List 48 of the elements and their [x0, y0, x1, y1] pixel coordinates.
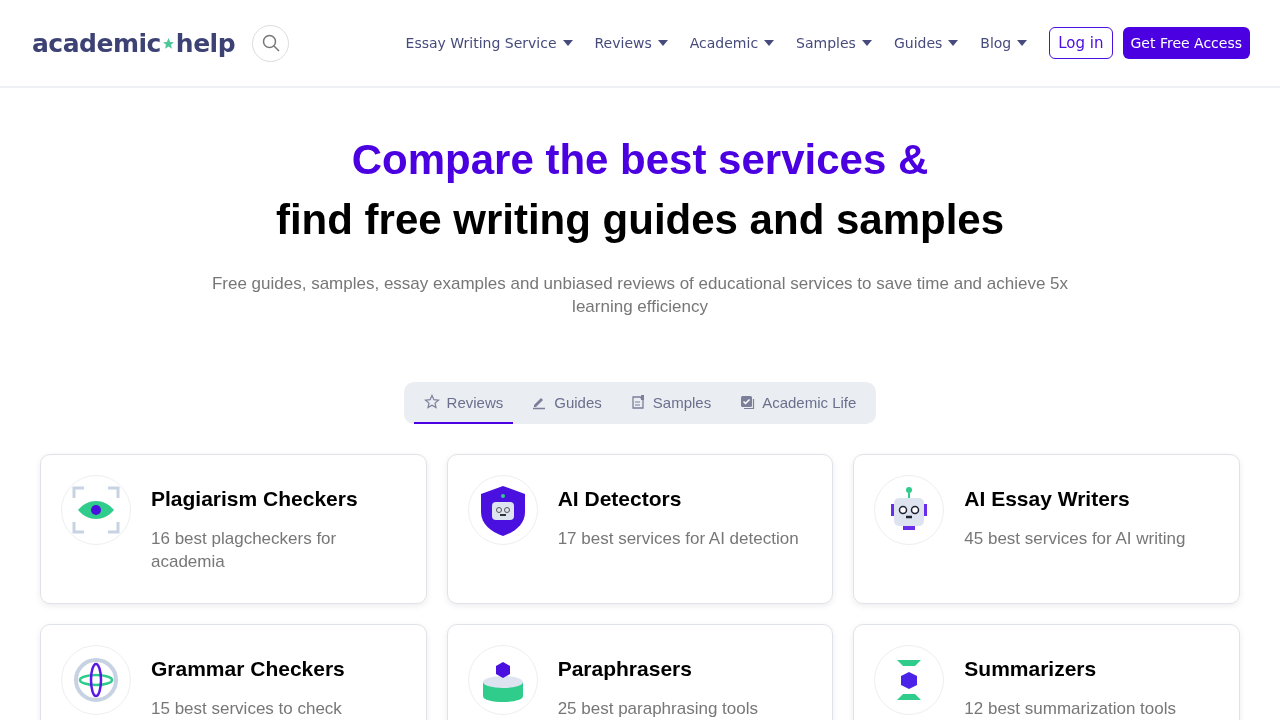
hero-subtitle: Free guides, samples, essay examples and unbiased reviews of educational services to save time and achieve 5x learning efficiency — [210, 273, 1070, 318]
search-icon — [261, 34, 280, 52]
search-button[interactable] — [252, 24, 290, 62]
caret-icon — [1017, 40, 1028, 46]
card-title: Paraphrasers — [557, 657, 693, 681]
nav-link[interactable]: Samples — [796, 35, 872, 51]
card-description: 45 best services for AI writing — [964, 528, 1186, 550]
category-card[interactable]: Paraphrasers 25 best paraphrasing tools — [446, 624, 834, 720]
tab[interactable]: Academic Life — [729, 382, 867, 424]
get-access-button[interactable]: Get Free Access — [1122, 27, 1250, 59]
card-description: 15 best services to check — [151, 698, 343, 720]
category-card[interactable]: AI Detectors 17 best services for AI detection — [446, 454, 834, 604]
tab[interactable]: Samples — [619, 382, 722, 424]
category-card[interactable]: Summarizers 12 best summarization tools — [853, 624, 1240, 720]
eye-icon — [70, 484, 122, 536]
caret-icon — [764, 40, 775, 46]
star-icon — [161, 36, 175, 50]
caret-icon — [861, 40, 872, 46]
hero-title: Compare the best services & — [350, 135, 930, 185]
tab[interactable]: Reviews — [413, 382, 514, 424]
card-title: Summarizers — [964, 657, 1098, 681]
category-card[interactable]: AI Essay Writers 45 best services for AI writing — [853, 454, 1240, 604]
card-title: Plagiarism Checkers — [151, 487, 359, 511]
card-description: 16 best plagcheckers for academia — [151, 528, 338, 573]
nav-link[interactable]: Academic — [689, 35, 775, 51]
star-icon — [423, 394, 440, 410]
card-title: AI Detectors — [557, 487, 683, 511]
checkbox-icon — [739, 394, 756, 410]
card-title: AI Essay Writers — [964, 487, 1131, 511]
category-card[interactable]: Plagiarism Checkers 16 best plagcheckers for academia — [40, 454, 427, 604]
logo-text[interactable]: help — [175, 28, 236, 58]
caret-icon — [948, 40, 959, 46]
card-description: 12 best summarization tools — [964, 698, 1176, 720]
hero-title: find free writing guides and samples — [274, 195, 1006, 245]
logo-text[interactable]: academic — [32, 28, 161, 58]
card-title: Grammar Checkers — [151, 657, 345, 681]
nav-link[interactable]: Essay Writing Service — [405, 35, 573, 51]
nav-link[interactable]: Blog — [980, 35, 1028, 51]
caret-icon — [562, 40, 573, 46]
tab[interactable]: Guides — [521, 382, 612, 424]
document-icon — [629, 394, 646, 410]
nav-link[interactable]: Reviews — [594, 35, 668, 51]
login-button[interactable]: Log in — [1049, 27, 1113, 59]
card-description: 25 best paraphrasing tools — [557, 698, 758, 720]
nav-link[interactable]: Guides — [893, 35, 959, 51]
card-description: 17 best services for AI detection — [557, 528, 799, 550]
category-card[interactable]: Grammar Checkers 15 best services to check — [40, 624, 427, 720]
caret-icon — [657, 40, 668, 46]
